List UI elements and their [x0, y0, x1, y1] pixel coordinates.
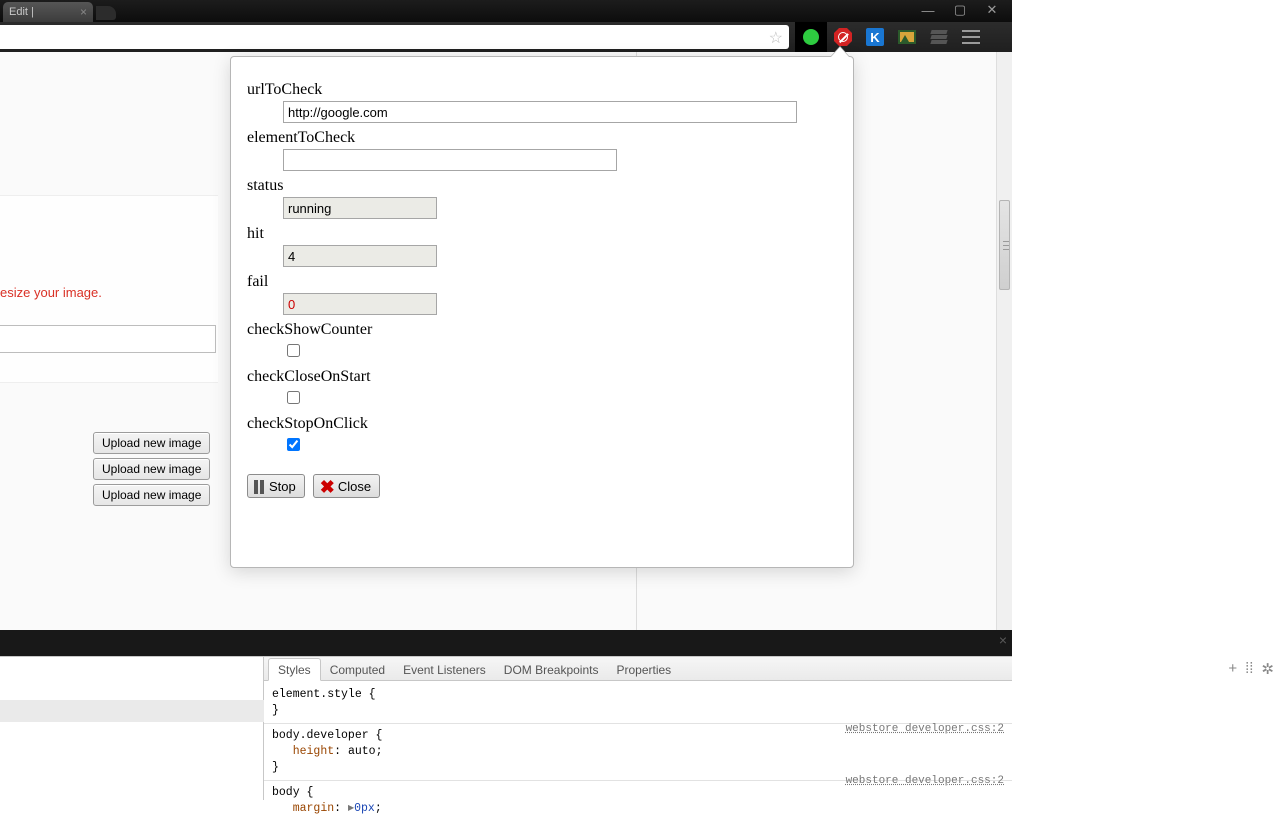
picture-icon [898, 30, 916, 44]
k-icon: K [866, 28, 884, 46]
close-popup-button[interactable]: ✖ Close [313, 474, 380, 498]
check-stop-on-click[interactable] [287, 438, 300, 451]
upload-image-button[interactable]: Upload new image [93, 458, 210, 480]
bookmark-star-icon[interactable]: ☆ [769, 28, 783, 48]
stop-sign-icon [834, 28, 852, 46]
label-url-to-check: urlToCheck [247, 81, 837, 99]
resize-warning-text: esize your image. [0, 285, 102, 300]
minimize-button[interactable]: — [912, 0, 944, 20]
devtools-close-icon[interactable]: × [994, 632, 1012, 650]
stack-icon [931, 30, 947, 44]
devtools-left-strip [0, 700, 264, 722]
stop-button[interactable]: Stop [247, 474, 305, 498]
label-status: status [247, 177, 837, 195]
devtools-tab-dom-breakpoints[interactable]: DOM Breakpoints [495, 659, 608, 680]
label-check-stop-on-click: checkStopOnClick [247, 415, 837, 433]
new-style-rule-icon[interactable]: + [1228, 660, 1237, 678]
devtools-drag-bar[interactable] [0, 630, 1012, 656]
devtools-tabs: Styles Computed Event Listeners DOM Brea… [264, 657, 1012, 681]
devtools-settings-icon[interactable]: ✲ [1261, 660, 1274, 678]
new-tab-button[interactable] [96, 6, 116, 20]
devtools-styles-code[interactable]: element.style { } webstore developer.css… [264, 681, 1012, 817]
label-check-show-counter: checkShowCounter [247, 321, 837, 339]
devtools-tab-styles[interactable]: Styles [268, 658, 321, 681]
check-show-counter[interactable] [287, 344, 300, 357]
hamburger-icon [962, 30, 980, 44]
pause-icon [254, 480, 266, 494]
devtools-panel: Styles Computed Event Listeners DOM Brea… [0, 656, 1012, 800]
upload-image-button[interactable]: Upload new image [93, 484, 210, 506]
devtools-elements-pane[interactable] [0, 657, 264, 800]
css-property: height [293, 745, 334, 758]
hit-output [283, 245, 437, 267]
label-fail: fail [247, 273, 837, 291]
extension-monitor[interactable] [795, 22, 827, 52]
close-window-button[interactable]: ✕ [976, 0, 1008, 20]
upload-image-button[interactable]: Upload new image [93, 432, 210, 454]
css-rule-close: } [272, 703, 1004, 719]
partial-text-input[interactable] [0, 325, 216, 353]
devtools-tab-computed[interactable]: Computed [321, 659, 394, 680]
css-value: auto [348, 745, 376, 758]
label-element-to-check: elementToCheck [247, 129, 837, 147]
stop-button-label: Stop [269, 479, 296, 494]
browser-menu-button[interactable] [955, 22, 987, 52]
address-bar[interactable]: ☆ [0, 25, 789, 49]
check-close-on-start[interactable] [287, 391, 300, 404]
close-button-label: Close [338, 479, 371, 494]
devtools-tab-properties[interactable]: Properties [607, 659, 680, 680]
devtools-toolbar-icons: + ⁞⁞ ✲ [1228, 660, 1274, 678]
status-output [283, 197, 437, 219]
css-rule-selector: element.style { [272, 687, 1004, 703]
url-to-check-input[interactable] [283, 101, 797, 123]
tab-title: Edit | [9, 6, 34, 18]
upload-button-stack: Upload new image Upload new image Upload… [93, 432, 210, 506]
devtools-tab-event-listeners[interactable]: Event Listeners [394, 659, 495, 680]
green-dot-icon [803, 29, 819, 45]
fail-output [283, 293, 437, 315]
extension-screenshot[interactable] [891, 22, 923, 52]
maximize-button[interactable]: ▢ [944, 0, 976, 20]
x-icon: ✖ [320, 480, 335, 494]
scrollbar-track[interactable] [996, 52, 1012, 630]
extension-popup: urlToCheck elementToCheck status hit fai… [230, 56, 854, 568]
offscreen-area [1012, 0, 1280, 800]
window-titlebar: Edit | × — ▢ ✕ [0, 0, 1012, 22]
extension-buffer[interactable] [923, 22, 955, 52]
browser-tab[interactable]: Edit | × [3, 2, 93, 22]
close-tab-icon[interactable]: × [80, 5, 87, 19]
element-to-check-input[interactable] [283, 149, 617, 171]
scrollbar-thumb[interactable] [999, 200, 1010, 290]
css-property: margin [293, 802, 334, 815]
popup-arrow [831, 47, 849, 57]
label-hit: hit [247, 225, 837, 243]
window-controls: — ▢ ✕ [912, 0, 1012, 22]
toggle-element-state-icon[interactable]: ⁞⁞ [1245, 660, 1253, 678]
label-check-close-on-start: checkCloseOnStart [247, 368, 837, 386]
css-value: 0px [354, 802, 375, 815]
css-source-link[interactable]: webstore developer.css:2 [846, 773, 1004, 789]
css-source-link[interactable]: webstore developer.css:2 [846, 721, 1004, 737]
extension-k[interactable]: K [859, 22, 891, 52]
browser-toolbar: ☆ K [0, 22, 1012, 52]
